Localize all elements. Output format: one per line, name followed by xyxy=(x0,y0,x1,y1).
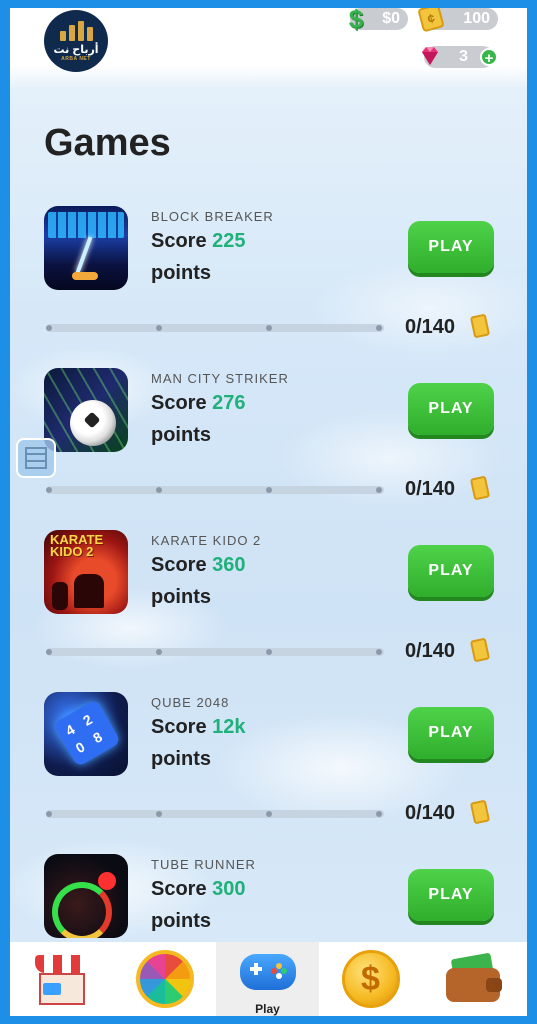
logo-bars-icon xyxy=(59,20,93,41)
score-value: 300 xyxy=(212,878,246,900)
score-label: Score xyxy=(151,392,207,414)
coin-icon: $ xyxy=(341,950,400,1008)
game-name: QUBE 2048 xyxy=(151,695,230,710)
tickets-balance[interactable]: ¢ 100 xyxy=(417,8,498,33)
points-label: points xyxy=(151,424,211,446)
game-score: Score 300 xyxy=(151,878,246,901)
progress-track xyxy=(46,486,384,494)
shop-icon xyxy=(34,951,89,1007)
page-title: Games xyxy=(44,122,171,164)
logo-english-text: ARBA NET xyxy=(61,55,91,62)
score-value: 360 xyxy=(212,554,246,576)
game-score: Score 225 xyxy=(151,230,246,253)
game-row-qube-2048: 4 2 0 8 QUBE 2048 Score 12k points PLAY … xyxy=(10,692,527,854)
ticket-icon xyxy=(469,799,491,825)
ticket-icon xyxy=(469,313,491,339)
score-label: Score xyxy=(151,716,207,738)
gamepad-icon xyxy=(239,954,296,990)
tube-runner-thumbnail[interactable] xyxy=(44,854,128,938)
progress-text: 0/140 xyxy=(405,640,456,662)
progress-text: 0/140 xyxy=(405,802,456,824)
app-logo[interactable]: أرباح نت ARBA NET xyxy=(44,10,108,72)
game-name: KARATE KIDO 2 xyxy=(151,533,262,548)
qube-digit: 4 xyxy=(62,721,78,739)
nav-shop[interactable] xyxy=(10,942,113,1016)
karate-kido-thumbnail[interactable]: KARATE KIDO 2 xyxy=(44,530,128,614)
app-frame: أرباح نت ARBA NET $ $0 ¢ 100 3 + Games B… xyxy=(10,8,527,1016)
game-row-man-city-striker: MAN CITY STRIKER Score 276 points PLAY 0… xyxy=(10,368,527,530)
header: أرباح نت ARBA NET $ $0 ¢ 100 3 + xyxy=(10,8,527,90)
play-button[interactable]: PLAY xyxy=(408,545,494,597)
gems-value: 3 xyxy=(459,48,468,65)
progress-track xyxy=(46,648,384,656)
cash-value: $0 xyxy=(382,10,400,27)
game-name: MAN CITY STRIKER xyxy=(151,371,289,386)
nav-coins[interactable]: $ xyxy=(319,942,422,1016)
points-label: points xyxy=(151,748,211,770)
qube-2048-thumbnail[interactable]: 4 2 0 8 xyxy=(44,692,128,776)
score-value: 225 xyxy=(212,230,246,252)
score-label: Score xyxy=(151,230,207,252)
points-label: points xyxy=(151,586,211,608)
progress-text: 0/140 xyxy=(405,316,456,338)
wallet-icon xyxy=(445,952,502,1002)
qube-digit: 2 xyxy=(80,711,95,729)
score-value: 276 xyxy=(212,392,246,414)
maze-side-button[interactable] xyxy=(16,438,56,478)
nav-play[interactable]: Play xyxy=(216,942,319,1016)
score-value: 12k xyxy=(212,716,246,738)
qube-digit: 8 xyxy=(90,728,105,747)
maze-icon xyxy=(25,447,47,469)
game-score: Score 360 xyxy=(151,554,246,577)
nav-wallet[interactable] xyxy=(422,942,525,1016)
karate-kido-logo-text: KARATE KIDO 2 xyxy=(50,532,104,559)
ticket-icon xyxy=(469,475,491,501)
qube-digit: 0 xyxy=(72,738,88,757)
play-button[interactable]: PLAY xyxy=(408,383,494,435)
nav-play-label: Play xyxy=(255,1002,280,1016)
bottom-nav: Play $ xyxy=(10,942,527,1016)
logo-arabic-text: أرباح نت xyxy=(53,43,99,56)
play-button[interactable]: PLAY xyxy=(408,221,494,273)
ticket-icon xyxy=(469,637,491,663)
game-name: BLOCK BREAKER xyxy=(151,209,274,224)
progress-text: 0/140 xyxy=(405,478,456,500)
progress-track xyxy=(46,810,384,818)
cash-balance[interactable]: $ $0 xyxy=(349,8,408,34)
game-row-block-breaker: BLOCK BREAKER Score 225 points PLAY 0/14… xyxy=(10,206,527,368)
score-label: Score xyxy=(151,554,207,576)
gem-icon xyxy=(422,47,438,65)
game-score: Score 12k xyxy=(151,716,246,739)
block-breaker-thumbnail[interactable] xyxy=(44,206,128,290)
man-city-striker-thumbnail[interactable] xyxy=(44,368,128,452)
points-label: points xyxy=(151,910,211,932)
dollar-icon: $ xyxy=(348,8,364,34)
game-row-karate-kido-2: KARATE KIDO 2 KARATE KIDO 2 Score 360 po… xyxy=(10,530,527,692)
ticket-icon: ¢ xyxy=(417,8,445,33)
gems-balance[interactable]: 3 + xyxy=(422,46,498,68)
points-label: points xyxy=(151,262,211,284)
nav-wheel[interactable] xyxy=(113,942,216,1016)
add-gems-button[interactable]: + xyxy=(480,48,498,67)
wheel-icon xyxy=(135,950,194,1008)
tickets-value: 100 xyxy=(463,10,490,27)
score-label: Score xyxy=(151,878,207,900)
play-button[interactable]: PLAY xyxy=(408,869,494,921)
game-score: Score 276 xyxy=(151,392,246,415)
game-name: TUBE RUNNER xyxy=(151,857,256,872)
progress-track xyxy=(46,324,384,332)
play-button[interactable]: PLAY xyxy=(408,707,494,759)
